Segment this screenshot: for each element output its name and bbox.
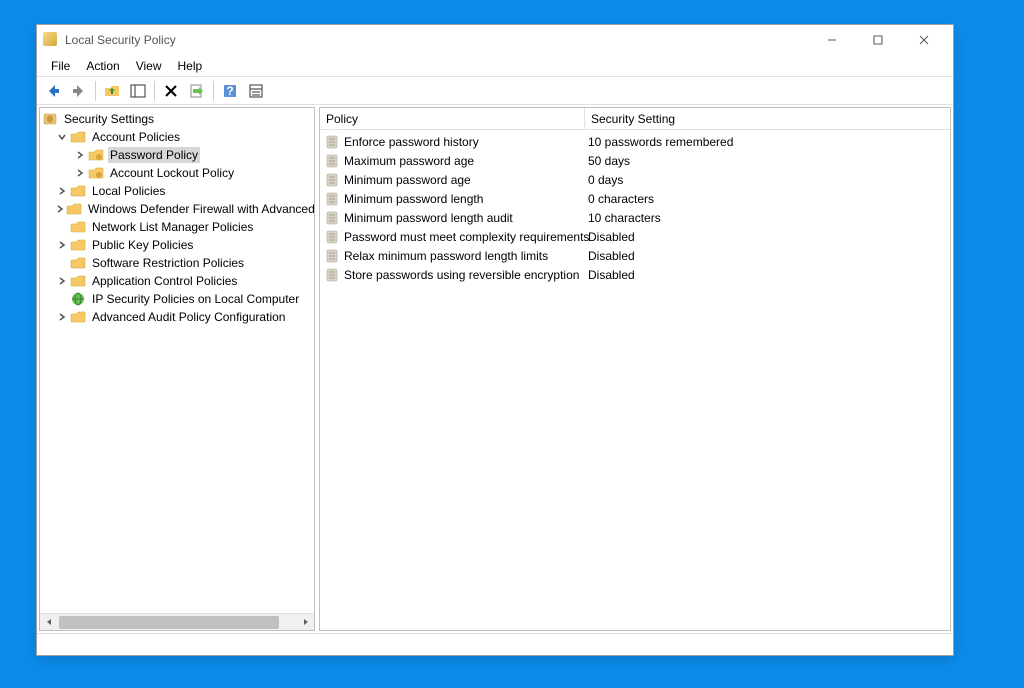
titlebar[interactable]: Local Security Policy xyxy=(37,25,953,55)
app-icon xyxy=(43,32,59,48)
up-level-button[interactable] xyxy=(100,79,124,103)
list-body: Enforce password history 10 passwords re… xyxy=(320,130,950,630)
column-header-setting[interactable]: Security Setting xyxy=(585,112,950,126)
tree-node-password-policy[interactable]: Password Policy xyxy=(40,146,314,164)
menu-help[interactable]: Help xyxy=(170,57,211,75)
menubar: File Action View Help xyxy=(37,55,953,77)
local-security-policy-window: Local Security Policy File Action View H… xyxy=(36,24,954,656)
maximize-button[interactable] xyxy=(855,25,901,55)
scroll-right-button[interactable] xyxy=(297,614,314,630)
nav-back-button[interactable] xyxy=(41,79,65,103)
scroll-left-button[interactable] xyxy=(40,614,57,630)
chevron-down-icon[interactable] xyxy=(56,131,68,143)
policy-item-icon xyxy=(324,191,340,207)
scroll-thumb[interactable] xyxy=(59,616,279,629)
tree-panel: Security Settings Account Policies Passw… xyxy=(39,107,315,631)
chevron-right-icon[interactable] xyxy=(56,203,64,215)
policy-item-icon xyxy=(324,267,340,283)
svg-text:?: ? xyxy=(226,84,233,98)
chevron-right-icon[interactable] xyxy=(56,185,68,197)
column-header-policy[interactable]: Policy xyxy=(320,112,584,126)
list-row[interactable]: Relax minimum password length limits Dis… xyxy=(320,246,950,265)
tree-node-software-restriction[interactable]: Software Restriction Policies xyxy=(40,254,314,272)
menu-view[interactable]: View xyxy=(128,57,170,75)
chevron-right-icon[interactable] xyxy=(74,167,86,179)
statusbar xyxy=(37,633,953,655)
close-button[interactable] xyxy=(901,25,947,55)
content-area: Security Settings Account Policies Passw… xyxy=(37,105,953,633)
menu-action[interactable]: Action xyxy=(78,57,127,75)
tree-root-security-settings[interactable]: Security Settings xyxy=(40,110,314,128)
chevron-right-icon[interactable] xyxy=(56,311,68,323)
delete-button[interactable] xyxy=(159,79,183,103)
chevron-right-icon[interactable] xyxy=(56,239,68,251)
window-title: Local Security Policy xyxy=(65,33,176,47)
tree-node-public-key[interactable]: Public Key Policies xyxy=(40,236,314,254)
list-header: Policy Security Setting xyxy=(320,108,950,130)
list-row[interactable]: Minimum password length 0 characters xyxy=(320,189,950,208)
policy-item-icon xyxy=(324,153,340,169)
tree-node-advanced-audit[interactable]: Advanced Audit Policy Configuration xyxy=(40,308,314,326)
policy-item-icon xyxy=(324,229,340,245)
tree-node-local-policies[interactable]: Local Policies xyxy=(40,182,314,200)
tree-node-app-control[interactable]: Application Control Policies xyxy=(40,272,314,290)
chevron-right-icon[interactable] xyxy=(74,149,86,161)
tree-node-account-lockout[interactable]: Account Lockout Policy xyxy=(40,164,314,182)
list-row[interactable]: Password must meet complexity requiremen… xyxy=(320,227,950,246)
list-row[interactable]: Minimum password age 0 days xyxy=(320,170,950,189)
chevron-right-icon[interactable] xyxy=(56,275,68,287)
toolbar: ? xyxy=(37,77,953,105)
export-list-button[interactable] xyxy=(185,79,209,103)
list-row[interactable]: Enforce password history 10 passwords re… xyxy=(320,132,950,151)
list-row[interactable]: Minimum password length audit 10 charact… xyxy=(320,208,950,227)
list-panel: Policy Security Setting Enforce password… xyxy=(319,107,951,631)
policy-item-icon xyxy=(324,172,340,188)
minimize-button[interactable] xyxy=(809,25,855,55)
tree-node-account-policies[interactable]: Account Policies xyxy=(40,128,314,146)
tree-node-ip-security[interactable]: IP Security Policies on Local Computer xyxy=(40,290,314,308)
tree-horizontal-scrollbar[interactable] xyxy=(40,613,314,630)
list-row[interactable]: Maximum password age 50 days xyxy=(320,151,950,170)
tree-node-network-list[interactable]: Network List Manager Policies xyxy=(40,218,314,236)
policy-item-icon xyxy=(324,134,340,150)
nav-forward-button[interactable] xyxy=(67,79,91,103)
scroll-track[interactable] xyxy=(57,614,297,630)
show-hide-tree-button[interactable] xyxy=(126,79,150,103)
properties-button[interactable] xyxy=(244,79,268,103)
tree-node-windows-defender[interactable]: Windows Defender Firewall with Advanced … xyxy=(40,200,314,218)
policy-item-icon xyxy=(324,248,340,264)
policy-item-icon xyxy=(324,210,340,226)
help-button[interactable]: ? xyxy=(218,79,242,103)
list-row[interactable]: Store passwords using reversible encrypt… xyxy=(320,265,950,284)
menu-file[interactable]: File xyxy=(43,57,78,75)
